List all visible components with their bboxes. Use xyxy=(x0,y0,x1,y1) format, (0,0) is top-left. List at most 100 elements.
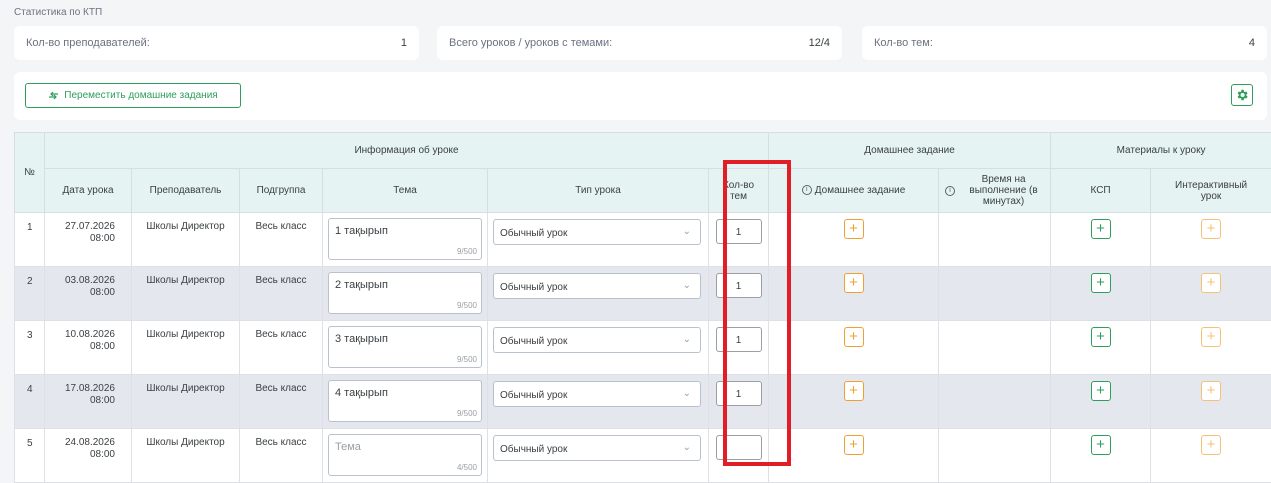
row-count-cell: 1 xyxy=(707,212,770,267)
row-ksp-cell: + xyxy=(1050,428,1152,483)
topic-placeholder: Тема xyxy=(335,441,361,453)
add-interactive-lesson-button[interactable]: + xyxy=(1201,435,1222,455)
row-teacher: Школы Директор xyxy=(131,374,240,429)
col-time: i Время на выполнение (в минутах) xyxy=(938,168,1052,213)
topic-count-input[interactable]: 1 xyxy=(715,273,762,298)
col-topic-count: Кол-во тем xyxy=(707,168,770,213)
group-materials: Материалы к уроку xyxy=(1050,132,1271,169)
add-homework-button[interactable]: + xyxy=(843,381,864,401)
add-ksp-button[interactable]: + xyxy=(1090,273,1111,293)
col-teacher: Преподаватель xyxy=(131,168,240,213)
add-homework-button[interactable]: + xyxy=(843,435,864,455)
add-ksp-button[interactable]: + xyxy=(1090,327,1111,347)
add-ksp-button[interactable]: + xyxy=(1090,219,1111,239)
stat-value: 4 xyxy=(1248,37,1255,49)
add-interactive-lesson-button[interactable]: + xyxy=(1201,219,1222,239)
add-interactive-lesson-button[interactable]: + xyxy=(1201,273,1222,293)
toolbar: Переместить домашние задания xyxy=(14,72,1267,120)
topic-count-input[interactable]: 1 xyxy=(715,219,762,244)
row-homework-cell: + xyxy=(768,428,940,483)
row-subgroup: Весь класс xyxy=(239,320,323,375)
col-subgroup: Подгруппа xyxy=(239,168,323,213)
gear-icon xyxy=(1237,89,1248,101)
table-row: 2 03.08.2026 08:00 Школы Директор Весь кл… xyxy=(14,266,1271,321)
row-type-cell: Обычный урок ⌄ xyxy=(487,212,709,267)
row-date-time: 08:00 xyxy=(89,233,115,244)
add-homework-button[interactable]: + xyxy=(843,327,864,347)
lesson-type-select[interactable]: Обычный урок ⌄ xyxy=(493,219,701,245)
row-time-cell xyxy=(938,320,1052,375)
row-num: 3 xyxy=(14,320,45,375)
row-num: 2 xyxy=(14,266,45,321)
add-ksp-button[interactable]: + xyxy=(1090,381,1111,401)
row-date: 27.07.2026 08:00 xyxy=(44,212,132,267)
col-time-label: Время на выполнение (в минутах) xyxy=(969,174,1038,207)
row-date: 17.08.2026 08:00 xyxy=(44,374,132,429)
topic-count-input[interactable]: 1 xyxy=(715,327,762,352)
topic-input[interactable]: 3 тақырып 9/500 xyxy=(328,326,482,368)
row-count-cell xyxy=(707,428,770,483)
move-homework-label: Переместить домашние задания xyxy=(64,90,218,101)
row-topic-cell: 1 тақырып 9/500 xyxy=(322,212,488,267)
row-subgroup: Весь класс xyxy=(239,428,323,483)
row-type-cell: Обычный урок ⌄ xyxy=(487,266,709,321)
topic-input[interactable]: 2 тақырып 9/500 xyxy=(328,272,482,314)
row-topic-cell: 3 тақырып 9/500 xyxy=(322,320,488,375)
row-date-day: 17.08.2026 xyxy=(64,383,115,394)
chevron-down-icon: ⌄ xyxy=(682,226,691,237)
col-ksp: КСП xyxy=(1050,168,1152,213)
row-interactive-cell: + xyxy=(1150,266,1271,321)
row-teacher: Школы Директор xyxy=(131,212,240,267)
row-interactive-cell: + xyxy=(1150,320,1271,375)
lesson-type-select[interactable]: Обычный урок ⌄ xyxy=(493,327,701,353)
chevron-down-icon: ⌄ xyxy=(682,388,691,399)
move-homework-button[interactable]: Переместить домашние задания xyxy=(25,83,241,108)
chevron-down-icon: ⌄ xyxy=(682,334,691,345)
topic-input[interactable]: 1 тақырып 9/500 xyxy=(328,218,482,260)
settings-button[interactable] xyxy=(1231,84,1253,106)
row-type-cell: Обычный урок ⌄ xyxy=(487,428,709,483)
col-homework-label: Домашнее задание xyxy=(814,185,906,196)
row-ksp-cell: + xyxy=(1050,374,1152,429)
group-homework: Домашнее задание xyxy=(768,132,1052,169)
lesson-type-value: Обычный урок xyxy=(500,390,568,401)
add-interactive-lesson-button[interactable]: + xyxy=(1201,381,1222,401)
row-homework-cell: + xyxy=(768,374,940,429)
topic-count-input[interactable] xyxy=(715,435,762,460)
lesson-type-select[interactable]: Обычный урок ⌄ xyxy=(493,435,701,461)
lesson-type-value: Обычный урок xyxy=(500,228,568,239)
topic-input[interactable]: Тема 4/500 xyxy=(328,434,482,476)
table-row: 4 17.08.2026 08:00 Школы Директор Весь кл… xyxy=(14,374,1271,429)
row-num: 4 xyxy=(14,374,45,429)
stat-value: 1 xyxy=(400,37,407,49)
row-time-cell xyxy=(938,428,1052,483)
add-homework-button[interactable]: + xyxy=(843,273,864,293)
add-ksp-button[interactable]: + xyxy=(1090,435,1111,455)
section-title: Статистика по КТП xyxy=(14,7,103,18)
col-num: № xyxy=(14,132,45,213)
row-interactive-cell: + xyxy=(1150,212,1271,267)
stat-label: Кол-во тем: xyxy=(874,37,933,49)
lesson-type-value: Обычный урок xyxy=(500,282,568,293)
topic-input[interactable]: 4 тақырып 9/500 xyxy=(328,380,482,422)
add-homework-button[interactable]: + xyxy=(843,219,864,239)
row-time-cell xyxy=(938,266,1052,321)
lesson-type-select[interactable]: Обычный урок ⌄ xyxy=(493,273,701,299)
row-count-cell: 1 xyxy=(707,374,770,429)
row-interactive-cell: + xyxy=(1150,428,1271,483)
lesson-type-select[interactable]: Обычный урок ⌄ xyxy=(493,381,701,407)
row-time-cell xyxy=(938,212,1052,267)
topic-char-counter: 9/500 xyxy=(456,301,477,310)
chevron-down-icon: ⌄ xyxy=(682,280,691,291)
add-interactive-lesson-button[interactable]: + xyxy=(1201,327,1222,347)
row-ksp-cell: + xyxy=(1050,266,1152,321)
chevron-down-icon: ⌄ xyxy=(682,442,691,453)
row-date-time: 08:00 xyxy=(89,449,115,460)
row-date-day: 03.08.2026 xyxy=(64,275,115,286)
row-homework-cell: + xyxy=(768,320,940,375)
topic-char-counter: 9/500 xyxy=(456,409,477,418)
topic-count-input[interactable]: 1 xyxy=(715,381,762,406)
lessons-table: № Информация об уроке Домашнее задание М… xyxy=(14,132,1271,483)
col-lesson-type: Тип урока xyxy=(487,168,709,213)
row-interactive-cell: + xyxy=(1150,374,1271,429)
